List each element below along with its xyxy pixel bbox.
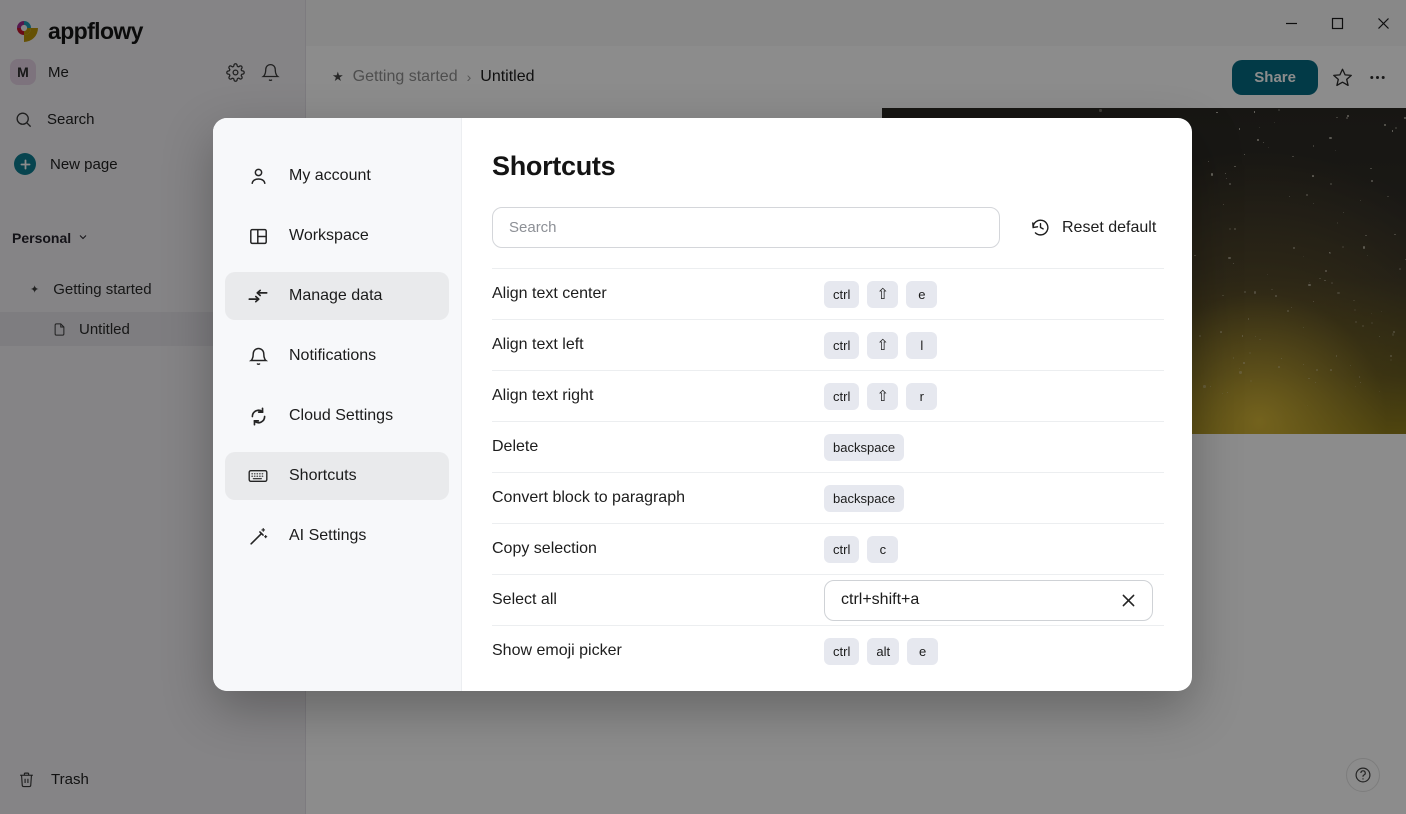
shortcuts-toolbar: Reset default (492, 207, 1164, 248)
key-badge: alt (867, 637, 900, 665)
shortcut-name: Align text left (492, 336, 584, 353)
settings-nav-label: Cloud Settings (289, 407, 394, 424)
history-icon (1030, 217, 1051, 238)
shortcut-row[interactable]: Align text left ctrl ⇧ l (492, 319, 1164, 370)
settings-nav-manage-data[interactable]: Manage data (225, 272, 449, 320)
shortcut-keys: ctrl c (824, 535, 899, 563)
key-badge: ctrl (824, 535, 860, 563)
shortcut-row[interactable]: Copy selection ctrl c (492, 523, 1164, 574)
settings-nav-shortcuts[interactable]: Shortcuts (225, 452, 449, 500)
settings-nav-label: Notifications (289, 347, 377, 364)
shortcut-name: Align text right (492, 387, 594, 404)
shortcut-name: Copy selection (492, 540, 597, 557)
shortcut-row[interactable]: Align text center ctrl ⇧ e (492, 268, 1164, 319)
shortcut-row[interactable]: Align text right ctrl ⇧ r (492, 370, 1164, 421)
shortcut-keys: backspace (824, 433, 905, 461)
shortcut-name: Convert block to paragraph (492, 489, 685, 506)
key-badge: ctrl (824, 331, 860, 359)
page-title: Shortcuts (492, 151, 616, 181)
shortcut-keys: backspace (824, 484, 905, 512)
settings-nav-label: My account (289, 167, 371, 184)
shortcut-name: Select all (492, 591, 557, 608)
reset-default-label: Reset default (1062, 218, 1157, 236)
shortcut-row[interactable]: Delete backspace (492, 421, 1164, 472)
shortcut-keys: ctrl alt e (824, 637, 939, 665)
key-badge: backspace (824, 433, 905, 461)
shortcut-name: Show emoji picker (492, 642, 622, 659)
key-badge: ctrl (824, 637, 860, 665)
magic-wand-icon (247, 526, 269, 547)
sync-icon (247, 406, 269, 427)
person-icon (247, 166, 269, 187)
key-badge: ⇧ (867, 331, 899, 359)
key-badge: ctrl (824, 280, 860, 308)
shortcut-name: Delete (492, 438, 539, 455)
settings-nav: My account Workspace Manage data Notific… (213, 118, 462, 691)
shortcut-edit-field[interactable]: ctrl+shift+a (824, 579, 1153, 621)
shortcut-row[interactable]: Show emoji picker ctrl alt e (492, 625, 1164, 676)
bell-icon (247, 346, 269, 367)
key-badge: ⇧ (867, 382, 899, 410)
shortcut-row[interactable]: Convert block to paragraph backspace (492, 472, 1164, 523)
key-badge: e (907, 637, 939, 665)
shortcut-keys: ctrl ⇧ l (824, 331, 938, 359)
settings-nav-ai-settings[interactable]: AI Settings (225, 512, 449, 560)
key-badge: c (867, 535, 899, 563)
settings-nav-label: Manage data (289, 287, 383, 304)
shortcut-keys: ctrl ⇧ r (824, 382, 938, 410)
key-badge: e (906, 280, 938, 308)
settings-content: Shortcuts Reset default Alig (462, 118, 1192, 691)
import-export-icon (247, 285, 269, 307)
settings-nav-label: AI Settings (289, 527, 367, 544)
shortcut-edit-value: ctrl+shift+a (841, 591, 920, 608)
reset-default-button[interactable]: Reset default (1030, 217, 1156, 238)
settings-nav-workspace[interactable]: Workspace (225, 212, 449, 260)
settings-nav-my-account[interactable]: My account (225, 152, 449, 200)
layout-icon (247, 226, 269, 247)
close-icon[interactable] (1115, 592, 1142, 609)
settings-dialog: My account Workspace Manage data Notific… (213, 118, 1192, 691)
settings-nav-notifications[interactable]: Notifications (225, 332, 449, 380)
shortcuts-search[interactable] (492, 207, 1000, 248)
key-badge: backspace (824, 484, 905, 512)
key-badge: l (906, 331, 938, 359)
key-badge: ⇧ (867, 280, 899, 308)
shortcuts-list: Align text center ctrl ⇧ e Align text left ct… (492, 268, 1164, 676)
settings-nav-cloud-settings[interactable]: Cloud Settings (225, 392, 449, 440)
shortcut-name: Align text center (492, 285, 607, 302)
settings-nav-label: Workspace (289, 227, 369, 244)
shortcut-row[interactable]: Select all ctrl+shift+a (492, 574, 1164, 625)
keyboard-icon (247, 465, 269, 487)
key-badge: ctrl (824, 382, 860, 410)
settings-nav-label: Shortcuts (289, 467, 357, 484)
app-root: appflowy M Me Search New page Personal ✦… (0, 0, 1406, 814)
key-badge: r (906, 382, 938, 410)
shortcut-keys: ctrl ⇧ e (824, 280, 938, 308)
search-input[interactable] (509, 219, 983, 236)
